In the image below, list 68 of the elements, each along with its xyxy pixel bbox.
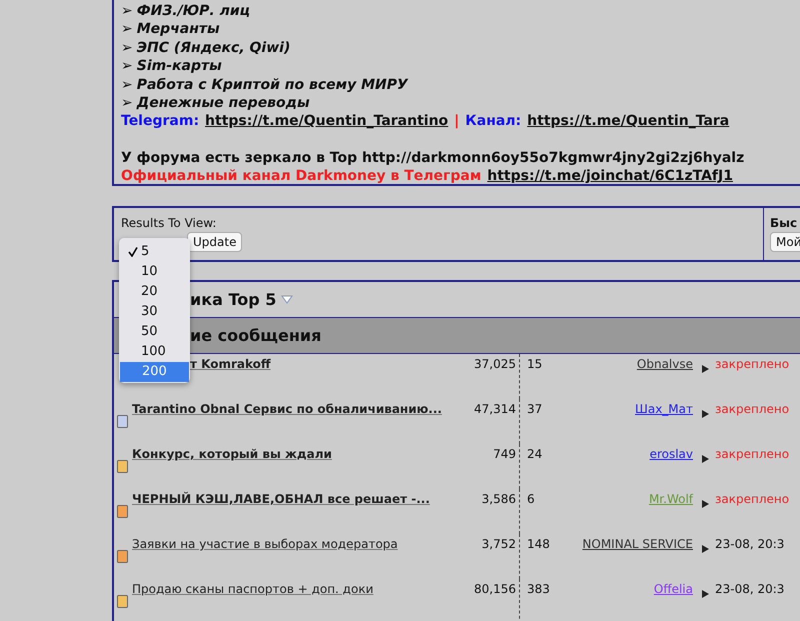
reply-count: 15	[527, 357, 542, 371]
pinned-status: закреплено	[715, 492, 790, 506]
menu-option[interactable]: 30	[119, 302, 190, 322]
view-count: 3,752	[482, 537, 516, 551]
view-count: 37,025	[474, 357, 516, 371]
update-button[interactable]: Update	[187, 232, 242, 252]
menu-option[interactable]: 50	[119, 322, 190, 342]
official-channel-text: Официальный канал Darkmoney в Телеграм	[121, 167, 482, 186]
bullet-arrow: ➢	[121, 2, 133, 20]
author-link[interactable]: Шах_Мат	[635, 402, 693, 416]
menu-option[interactable]: 5	[119, 242, 190, 262]
menu-option[interactable]: 10	[119, 262, 190, 282]
reply-count: 148	[527, 537, 550, 551]
play-icon	[702, 545, 709, 553]
play-icon	[702, 365, 709, 373]
bullet-arrow: ➢	[121, 57, 133, 76]
topic-link[interactable]: т Komrakoff	[190, 357, 271, 371]
view-count: 80,156	[474, 582, 516, 596]
bullet-text: ФИЗ./ЮР. лиц	[136, 2, 250, 20]
channel-label: Канал:	[465, 112, 522, 131]
separator: |	[454, 112, 460, 131]
bullet-arrow: ➢	[121, 20, 133, 39]
topic-link[interactable]: ЧЕРНЫЙ КЭШ,ЛАВЕ,ОБНАЛ все решает -...	[132, 492, 430, 506]
bullet-arrow: ➢	[121, 76, 133, 94]
bullet-text: Sim-карты	[136, 57, 222, 76]
telegram-label: Telegram:	[121, 112, 200, 131]
menu-button[interactable]: Мой	[770, 232, 800, 252]
menu-option[interactable]: 20	[119, 282, 190, 302]
view-count: 3,586	[482, 492, 516, 506]
bullet-arrow: ➢	[121, 38, 133, 58]
topic-link[interactable]: Заявки на участие в выборах модератора	[132, 537, 398, 551]
bullet-text: ЭПС (Яндекс, Qiwi)	[136, 38, 290, 58]
bullet-arrow: ➢	[121, 94, 133, 112]
official-channel-link[interactable]: https://t.me/joinchat/6C1zTAfJ1	[487, 167, 733, 186]
topic-link[interactable]: Конкурс, который вы ждали	[132, 447, 332, 461]
reply-count: 383	[527, 582, 550, 596]
menu-option[interactable]: 100	[119, 342, 190, 362]
last-post-date: 23-08, 20:3	[715, 582, 784, 596]
reply-count: 24	[527, 447, 542, 461]
author-link[interactable]: NOMINAL SERVICE	[582, 537, 693, 551]
topic-link[interactable]: Продаю сканы паспортов + доп. доки	[132, 582, 374, 596]
telegram-link[interactable]: https://t.me/Quentin_Tarantino	[205, 112, 448, 131]
bullet-text: Работа с Криптой по всему МИРУ	[136, 76, 408, 94]
panel-title: Быс	[770, 216, 798, 230]
reply-count: 37	[527, 402, 542, 416]
play-icon	[702, 455, 709, 463]
author-link[interactable]: eroslav	[650, 447, 693, 461]
pinned-status: закреплено	[715, 447, 790, 461]
forum-title: ика Top 5	[190, 290, 276, 309]
menu-option[interactable]: 200	[120, 362, 189, 382]
play-icon	[702, 500, 709, 508]
play-icon	[702, 410, 709, 418]
bullet-text: Денежные переводы	[136, 94, 310, 112]
channel-link[interactable]: https://t.me/Quentin_Tara	[527, 112, 730, 131]
dropdown-icon	[281, 295, 294, 304]
reply-count: 6	[527, 492, 535, 506]
view-count: 749	[493, 447, 516, 461]
pinned-status: закреплено	[715, 357, 790, 371]
last-post-date: 23-08, 20:3	[715, 537, 784, 551]
topic-link[interactable]: Tarantino Obnal Сервис по обналичиванию...	[132, 402, 442, 416]
author-link[interactable]: Obnalvse	[636, 357, 693, 371]
pinned-status: закреплено	[715, 402, 790, 416]
mirror-text: У форума есть зеркало в Top http://darkmonn6oy55o7kgmwr4jny2gi2zj6hyalz	[121, 148, 746, 168]
results-label: Results To View:	[121, 216, 218, 230]
play-icon	[702, 590, 709, 598]
section-title: ие сообщения	[190, 326, 322, 345]
view-count: 47,314	[474, 402, 516, 416]
bullet-text: Мерчанты	[136, 20, 220, 39]
